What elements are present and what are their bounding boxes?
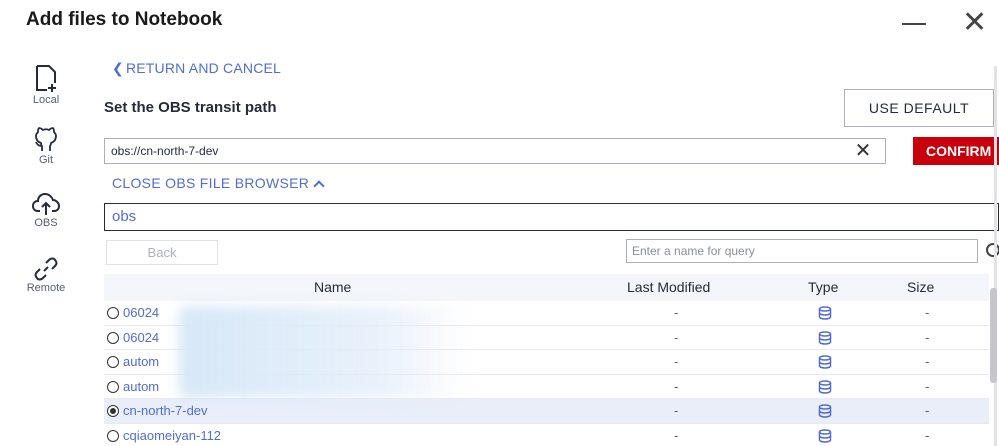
row-size: -	[925, 354, 930, 369]
table-header: Name Last Modified Type Size	[104, 274, 989, 301]
clear-input-icon[interactable]: ✕	[852, 140, 874, 162]
row-last-modified: -	[674, 305, 679, 320]
back-button[interactable]: Back	[106, 240, 218, 265]
redacted-area	[179, 306, 469, 398]
sidebar-label-local: Local	[32, 94, 60, 106]
sidebar-item-remote[interactable]: Remote	[14, 257, 78, 294]
obs-path-input[interactable]: obs://cn-north-7-dev	[104, 138, 886, 164]
header-size: Size	[907, 279, 935, 295]
sidebar-label-obs: OBS	[34, 217, 58, 229]
row-radio[interactable]	[107, 405, 119, 417]
row-last-modified: -	[674, 378, 679, 394]
sidebar-label-remote: Remote	[26, 282, 66, 294]
query-input[interactable]: Enter a name for query	[626, 239, 978, 263]
row-radio[interactable]	[107, 356, 119, 368]
row-last-modified: -	[674, 427, 679, 443]
database-icon	[818, 379, 832, 397]
row-size: -	[925, 378, 930, 394]
link-icon	[34, 257, 58, 281]
chevron-left-icon: ❮	[112, 60, 124, 76]
row-size: -	[925, 329, 930, 345]
row-radio[interactable]	[107, 331, 119, 344]
database-icon	[818, 330, 832, 348]
close-browser-label: CLOSE OBS FILE BROWSER	[112, 175, 310, 191]
row-name[interactable]: cqiaomeiyan-112	[123, 428, 221, 443]
cloud-upload-icon	[32, 192, 60, 215]
scrollbar-track[interactable]	[994, 66, 997, 446]
row-name[interactable]: autom	[123, 354, 159, 369]
source-sidebar: Local Git OBS Remote	[0, 55, 90, 446]
row-size: -	[925, 403, 930, 418]
confirm-button[interactable]: CONFIRM	[913, 137, 999, 165]
table-row[interactable]: cn-north-7-dev - -	[104, 399, 989, 424]
use-default-button[interactable]: USE DEFAULT	[844, 89, 994, 127]
row-size: -	[925, 427, 930, 443]
row-radio[interactable]	[107, 380, 119, 393]
table-row[interactable]: cqiaomeiyan-112 - -	[104, 424, 989, 446]
row-last-modified: -	[674, 329, 679, 345]
header-last-modified: Last Modified	[627, 279, 711, 295]
row-name[interactable]: 06024	[123, 305, 159, 320]
github-icon	[35, 127, 57, 151]
search-icon[interactable]	[986, 243, 999, 257]
header-type: Type	[808, 279, 839, 295]
row-name[interactable]: cn-north-7-dev	[123, 403, 208, 418]
sidebar-item-obs[interactable]: OBS	[14, 192, 78, 229]
row-name[interactable]: autom	[123, 379, 159, 394]
database-icon	[818, 404, 832, 421]
main-panel: ❮ RETURN AND CANCEL Set the OBS transit p…	[104, 0, 999, 446]
sidebar-item-git[interactable]: Git	[14, 127, 78, 166]
database-icon	[818, 306, 832, 323]
row-radio[interactable]	[107, 429, 119, 442]
close-obs-file-browser-link[interactable]: CLOSE OBS FILE BROWSER	[112, 175, 325, 192]
return-link-label: RETURN AND CANCEL	[125, 60, 282, 76]
header-name: Name	[314, 279, 352, 295]
row-last-modified: -	[674, 354, 679, 369]
file-add-icon	[36, 65, 56, 92]
row-name[interactable]: 06024	[123, 330, 159, 345]
row-radio[interactable]	[107, 307, 119, 319]
row-last-modified: -	[674, 403, 679, 418]
bucket-path-input[interactable]: obs	[104, 203, 999, 231]
section-title: Set the OBS transit path	[104, 99, 277, 116]
row-size: -	[925, 305, 930, 320]
scrollbar-thumb[interactable]	[990, 288, 997, 383]
chevron-up-icon	[313, 180, 325, 192]
sidebar-item-local[interactable]: Local	[14, 63, 78, 106]
sidebar-label-git: Git	[38, 154, 54, 166]
return-and-cancel-link[interactable]: ❮ RETURN AND CANCEL	[112, 60, 281, 77]
database-icon	[818, 355, 832, 372]
database-icon	[818, 428, 832, 446]
